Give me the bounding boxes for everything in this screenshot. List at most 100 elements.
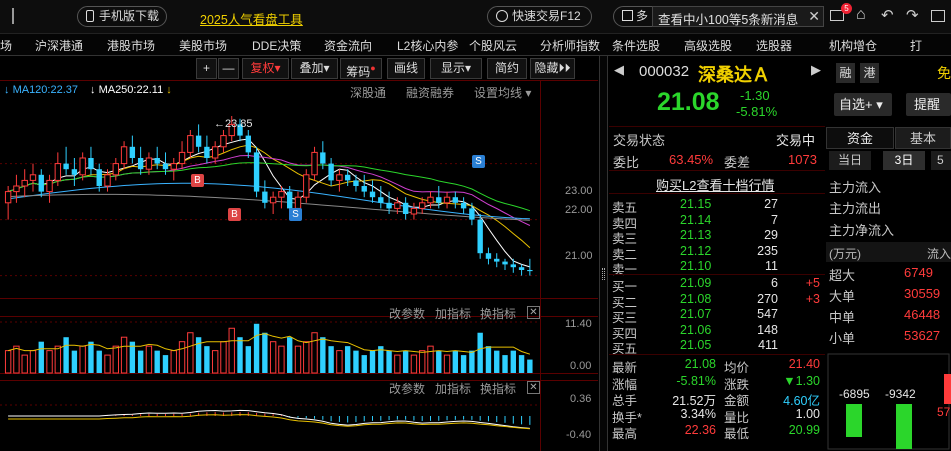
volume-bar [287,337,293,373]
candle-body [460,202,467,209]
macd-add-indicator[interactable]: 加指标 [435,380,471,397]
buy-marker[interactable]: B [191,174,204,187]
subtab-5day[interactable]: 5 [931,151,951,170]
ask-row[interactable]: 卖一 21.10 11 [612,259,822,277]
next-stock-icon[interactable]: ▶ [811,62,821,78]
chip-button[interactable]: 筹码● [340,58,382,79]
candle-body [54,163,62,181]
candle-body [477,219,483,254]
sgt-link[interactable]: 深股通 [350,84,386,101]
tab-fund[interactable]: 资金 [826,127,894,149]
weibi-label: 委比 [613,155,640,170]
fund-row-value: 30559 [904,286,941,301]
macd-axis-label: 0.36 [570,393,592,405]
volume-bar [13,345,20,374]
ask-row[interactable]: 卖五 21.15 27 [612,197,822,215]
vol-switch-indicator[interactable]: 换指标 [480,305,516,322]
volume-bar [502,355,508,373]
menu-item-0[interactable]: 场 [0,37,12,54]
ma-settings-link[interactable]: 设置均线 ▾ [474,84,531,101]
volume-bar [460,355,467,373]
candle-body [220,135,227,148]
bid-row[interactable]: 买一 21.09 6 +5 [612,276,822,294]
simple-button[interactable]: 简约 [487,58,527,79]
bid-volume: 270 [757,291,778,306]
mobile-download-button[interactable]: 手机版下载 [77,6,167,27]
bid-row[interactable]: 买二 21.08 270 +3 [612,291,822,310]
margin-link[interactable]: 融资融券 [406,84,454,101]
vol-add-indicator[interactable]: 加指标 [435,305,471,322]
menu-item-hgt[interactable]: 沪深港通 [35,37,83,54]
draw-line-button[interactable]: 画线 [387,58,425,79]
forward-icon[interactable]: ↷ [906,6,919,24]
menu-item-advanced[interactable]: 高级选股 [684,37,732,54]
macd-close-icon[interactable]: ✕ [527,381,540,394]
candle-body [452,197,459,203]
overlay-button[interactable]: 叠加▾ [291,58,338,79]
vol-modify-params[interactable]: 改参数 [389,305,425,322]
close-icon[interactable]: ✕ [808,8,820,25]
macd-switch-indicator[interactable]: 换指标 [480,380,516,397]
menu-item-dde[interactable]: DDE决策 [252,37,301,54]
menu-item-risk[interactable]: 个股风云 [469,37,517,54]
back-icon[interactable]: ↶ [881,6,894,24]
ma20-line [7,154,531,226]
news-banner[interactable]: 查看中小100等5条新消息 ✕ [652,6,824,27]
volume-bar [344,346,351,373]
home-icon[interactable]: ⌂ [856,6,866,24]
add-watchlist-button[interactable]: 自选+ ▾ [834,93,892,116]
candle-body [278,191,285,198]
ask-price: 21.14 [680,212,712,227]
inflow-header: 流入 [927,247,951,261]
panel-splitter[interactable] [599,56,608,451]
bid-delta: +3 [805,291,820,306]
fuquan-button[interactable]: 复权▾ [242,58,289,79]
macd-modify-params[interactable]: 改参数 [389,380,425,397]
menu-item-hk[interactable]: 港股市场 [107,37,155,54]
candle-body [262,191,268,203]
buy-marker[interactable]: B [228,208,241,221]
unit-label: (万元) [829,247,861,261]
menu-item-selector[interactable]: 选股器 [756,37,792,54]
splitter-grip-icon [602,268,605,280]
tab-basic[interactable]: 基本 [895,127,951,149]
display-button[interactable]: 显示▾ [430,58,482,79]
stock-price: 21.08 [657,88,720,116]
menu-item-us[interactable]: 美股市场 [179,37,227,54]
bid-row[interactable]: 买三 21.07 547 [612,307,822,325]
candle-body [112,163,119,176]
ask-row[interactable]: 卖四 21.14 7 [612,212,822,231]
volume-bar [104,354,111,374]
quick-trade-button[interactable]: 快速交易F12 [487,6,592,27]
vol-close-icon[interactable]: ✕ [527,306,540,319]
candle-body [369,191,376,198]
zoom-in-button[interactable]: + [196,58,217,79]
margin-tag[interactable]: 融 [836,63,855,83]
menu-item-condition[interactable]: 条件选股 [612,37,660,54]
promo-link[interactable]: 2025人气看盘工具 [200,9,303,28]
menu-item-fund-flow[interactable]: 资金流向 [324,37,372,54]
ask-row[interactable]: 卖三 21.13 29 [612,228,822,246]
fund-bar [944,374,951,404]
bid-row[interactable]: 买五 21.05 411 [612,338,822,356]
sell-marker[interactable]: S [289,208,302,221]
window-icon[interactable] [931,10,945,22]
sell-marker[interactable]: S [472,155,485,168]
menu-item-analyst[interactable]: 分析师指数 [540,37,600,54]
subtab-3day[interactable]: 3日 [883,151,925,170]
ma10-line [7,144,531,249]
menu-item-inst[interactable]: 机构增仓 [829,37,877,54]
hide-button[interactable]: 隐藏⏵⏵ [530,58,575,79]
subtab-today[interactable]: 当日 [829,151,871,170]
ask-row[interactable]: 卖二 21.12 235 [612,244,822,262]
l2-link[interactable]: 购买L2查看十档行情 [656,175,774,194]
zoom-out-button[interactable]: — [218,58,239,79]
bid-row[interactable]: 买四 21.06 148 [612,323,822,341]
hk-tag[interactable]: 港 [860,63,879,83]
prev-stock-icon[interactable]: ◀ [614,62,624,78]
volume-bar [220,341,227,374]
menu-item-l2[interactable]: L2核心内参 [397,37,458,54]
menu-item-more[interactable]: 打 [910,37,922,54]
divider [609,274,825,275]
alert-button[interactable]: 提醒 [906,93,951,116]
